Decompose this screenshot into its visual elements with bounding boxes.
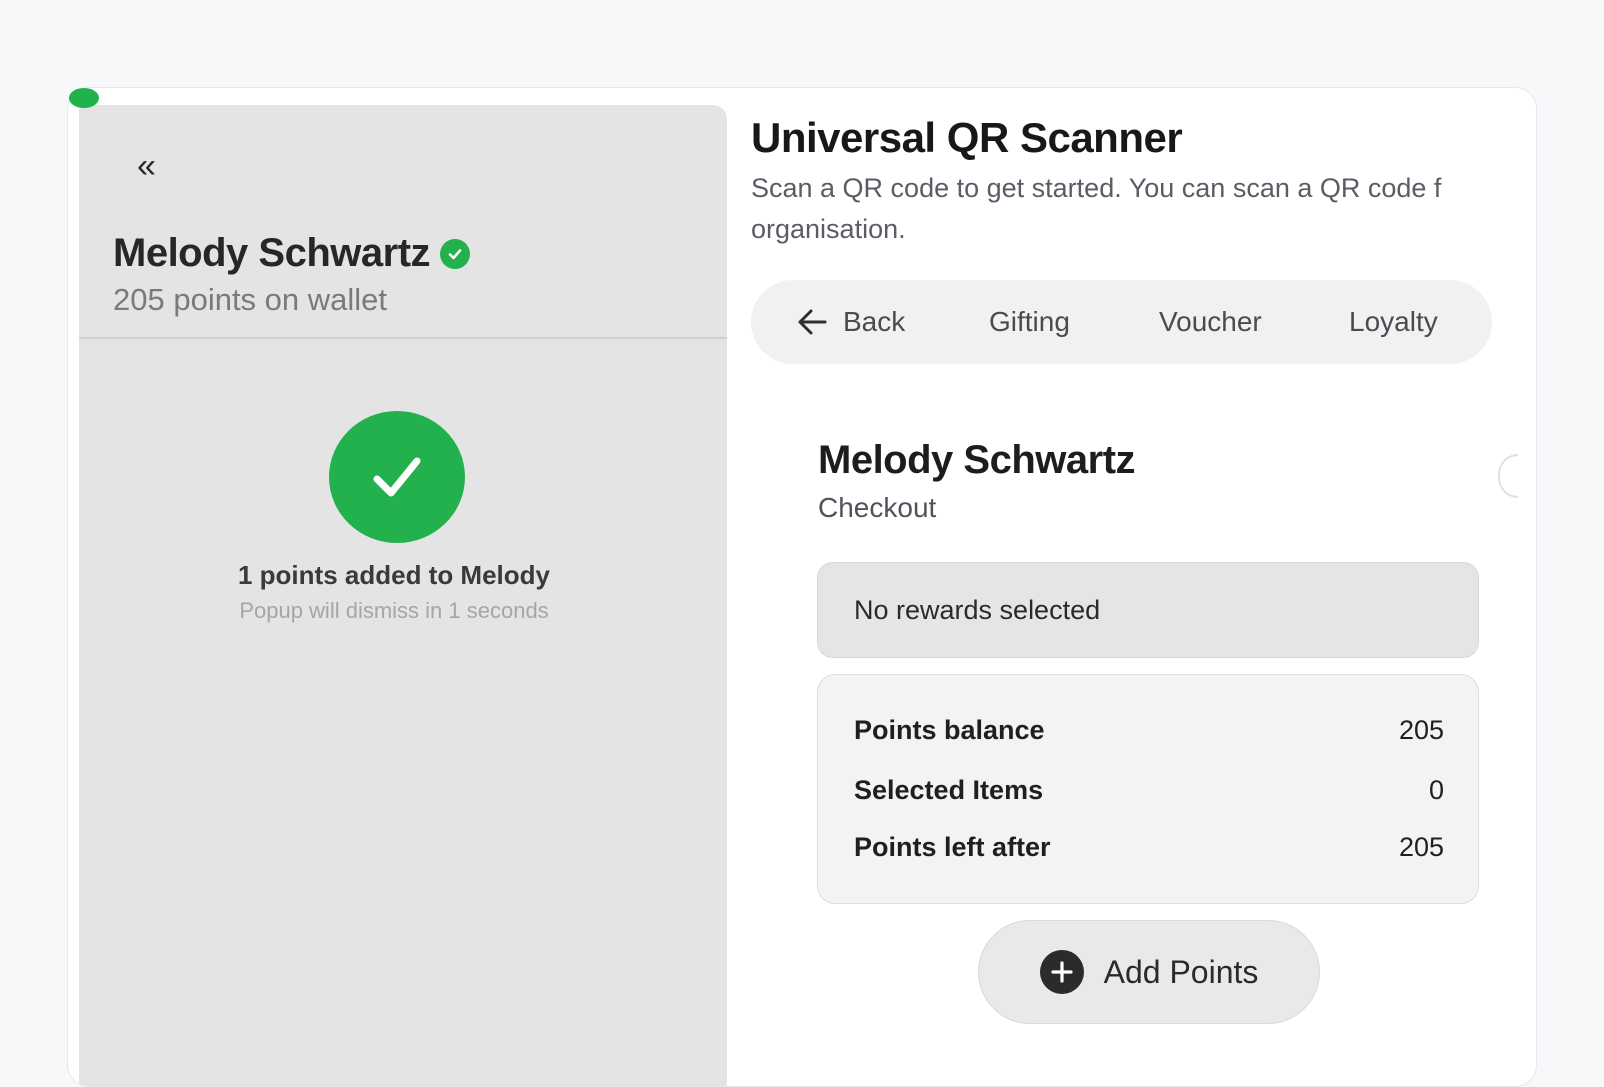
- description-line-2: organisation.: [751, 214, 906, 244]
- summary-value: 205: [1398, 832, 1444, 862]
- add-points-button[interactable]: Add Points: [978, 920, 1320, 1024]
- customer-name: Melody Schwartz: [113, 231, 431, 275]
- checkout-subtitle: Checkout: [818, 492, 937, 523]
- scanner-main: Universal QR Scanner Scan a QR code to g…: [751, 88, 1536, 1086]
- app-window: « Melody Schwartz 205 points on wallet 1…: [67, 87, 1537, 1087]
- summary-row-left-after: Points left after 205: [854, 832, 1444, 863]
- divider: [79, 337, 727, 339]
- checkout-customer-name: Melody Schwartz: [818, 438, 1136, 482]
- arrow-left-icon: [798, 309, 827, 335]
- tab-gifting[interactable]: Gifting: [989, 306, 1070, 338]
- summary-row-balance: Points balance 205: [854, 715, 1444, 746]
- customer-header: Melody Schwartz: [113, 231, 471, 276]
- summary-label: Selected Items: [854, 775, 1044, 805]
- add-points-label: Add Points: [1103, 953, 1259, 990]
- plus-circle-icon: [1039, 950, 1084, 994]
- summary-value: 0: [1428, 775, 1444, 805]
- summary-value: 205: [1398, 715, 1444, 745]
- tab-bar: Back Gifting Voucher Loyalty: [751, 280, 1492, 364]
- summary-row-selected: Selected Items 0: [854, 775, 1444, 806]
- back-button[interactable]: Back: [795, 306, 905, 338]
- verified-check-icon: [440, 238, 471, 269]
- page-title: Universal QR Scanner: [751, 114, 1183, 161]
- wallet-points: 205 points on wallet: [113, 282, 388, 317]
- customer-popup-panel: « Melody Schwartz 205 points on wallet 1…: [79, 105, 727, 1086]
- carousel-edge: [1498, 454, 1518, 498]
- points-summary: Points balance 205 Selected Items 0 Poin…: [817, 674, 1479, 904]
- status-dot: [69, 88, 99, 108]
- double-chevron-left-icon[interactable]: «: [137, 147, 156, 186]
- dismiss-message: Popup will dismiss in 1 seconds: [239, 598, 549, 623]
- rewards-text: No rewards selected: [854, 594, 1101, 625]
- rewards-selection[interactable]: No rewards selected: [817, 562, 1479, 658]
- summary-label: Points balance: [854, 715, 1045, 745]
- page-description: Scan a QR code to get started. You can s…: [751, 168, 1511, 250]
- tab-voucher[interactable]: Voucher: [1159, 306, 1262, 338]
- summary-label: Points left after: [854, 832, 1051, 862]
- success-message: 1 points added to Melody: [237, 560, 550, 590]
- tab-loyalty[interactable]: Loyalty: [1349, 306, 1438, 338]
- description-line-1: Scan a QR code to get started. You can s…: [751, 173, 1442, 203]
- back-label: Back: [843, 306, 906, 337]
- checkmark-icon: [329, 411, 465, 543]
